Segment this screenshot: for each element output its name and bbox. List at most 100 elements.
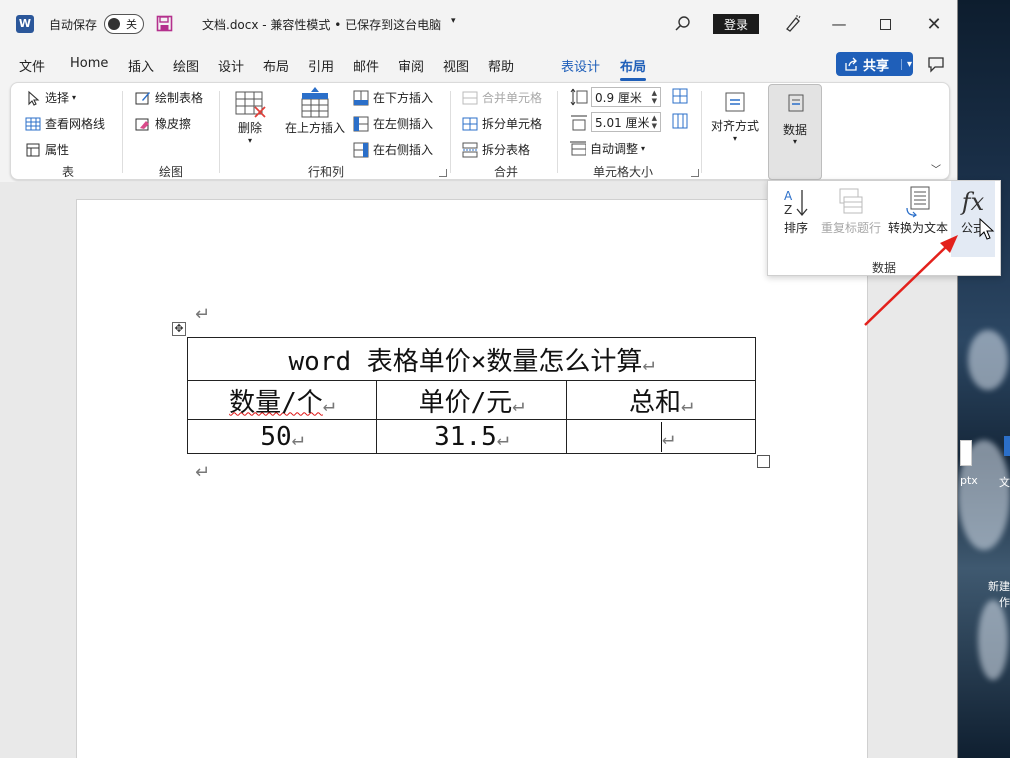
share-button[interactable]: 共享 ▾ [836,52,913,76]
tab-view[interactable]: 视图 [443,56,469,75]
autosave-state: 关 [126,18,137,31]
tab-home[interactable]: Home [70,56,108,71]
select-button[interactable]: 选择 ▾ [25,89,76,106]
view-gridlines-button[interactable]: 查看网格线 [25,115,105,132]
login-button[interactable]: 登录 [713,14,759,34]
tab-insert[interactable]: 插入 [128,56,154,75]
table-cell[interactable]: 50↵ [187,419,377,454]
header-price: 单价/元 [418,387,513,418]
autofit-label: 自动调整 [590,142,639,156]
search-icon[interactable] [674,15,691,32]
maximize-button[interactable] [862,0,908,48]
group-divider [219,91,220,173]
column-width-icon [571,115,587,131]
ribbon-tabs: 文件 Home 插入 绘图 设计 布局 引用 邮件 审阅 视图 帮助 表设计 布… [0,48,957,81]
column-width-input[interactable]: 5.01 厘米 ▲ ▼ [591,112,661,132]
designer-pen-icon[interactable] [784,14,802,32]
row-height-icon [570,88,588,106]
tab-design[interactable]: 设计 [218,56,244,75]
properties-icon [26,143,40,156]
mouse-cursor-icon [979,218,995,240]
collapse-ribbon-icon[interactable]: ﹀ [931,161,941,176]
distribute-columns-icon[interactable] [672,113,688,129]
delete-label: 删除 [237,121,262,135]
sort-button[interactable]: A Z 排序 [778,185,814,236]
insert-left-button[interactable]: 在左侧插入 [353,115,433,132]
insert-right-label: 在右侧插入 [373,143,434,157]
save-icon[interactable] [156,15,173,32]
data-button[interactable]: 数据 ▾ [768,84,822,180]
minimize-button[interactable]: — [816,0,862,48]
table-cell-active[interactable]: ↵ [566,419,756,454]
group-divider [450,91,451,173]
eraser-button[interactable]: 橡皮擦 [135,115,191,132]
title-bar: W 自动保存 关 文档.docx - 兼容性模式 • 已保存到这台电脑 ▾ 登录… [0,0,957,48]
desktop-file-icon[interactable] [960,440,972,466]
autosave-label: 自动保存 [49,18,98,32]
autosave-toggle[interactable]: 关 [104,14,144,34]
distribute-rows-icon[interactable] [672,88,688,104]
chevron-down-icon: ▾ [732,134,737,143]
close-button[interactable]: ✕ [911,0,957,48]
desktop-label: 作 [999,596,1010,609]
chevron-down-icon[interactable]: ▾ [901,58,912,70]
spinner-arrows-icon[interactable]: ▲ ▼ [652,89,657,105]
word-app-icon: W [16,15,34,33]
tab-references[interactable]: 引用 [308,56,334,75]
insert-left-icon [353,116,369,131]
table-resize-handle[interactable] [757,455,770,468]
table-move-handle-icon[interactable]: ✥ [172,322,186,336]
word-window: W 自动保存 关 文档.docx - 兼容性模式 • 已保存到这台电脑 ▾ 登录… [0,0,958,758]
desktop-file-icon[interactable] [1004,436,1010,456]
table-title: word 表格单价×数量怎么计算 [288,346,643,377]
repeat-header-icon [839,188,863,214]
dialog-launcher-icon[interactable] [439,169,447,177]
table-title-cell[interactable]: word 表格单价×数量怎么计算↵ [187,337,756,381]
tab-help[interactable]: 帮助 [488,56,514,75]
draw-table-button[interactable]: 绘制表格 [135,89,203,106]
desktop-background: ptx 文 新建 作 [958,0,1010,758]
tab-mailings[interactable]: 邮件 [353,56,379,75]
insert-below-label: 在下方插入 [373,91,434,105]
tab-draw[interactable]: 绘图 [173,56,199,75]
tab-review[interactable]: 审阅 [398,56,424,75]
table-cell[interactable]: 数量/个↵ [187,380,377,420]
dialog-launcher-icon[interactable] [691,169,699,177]
tab-file[interactable]: 文件 [19,56,45,75]
table-cell[interactable]: 总和↵ [566,380,756,420]
toggle-knob [108,18,120,30]
insert-above-button[interactable]: 在上方插入 [283,87,347,136]
autofit-button[interactable]: 自动调整 ▾ [570,140,645,157]
document-title[interactable]: 文档.docx - 兼容性模式 • 已保存到这台电脑 [202,16,441,33]
group-divider [557,91,558,173]
tab-table-design[interactable]: 表设计 [561,56,600,75]
autofit-icon [570,141,586,155]
spinner-arrows-icon[interactable]: ▲ ▼ [652,114,657,130]
split-table-icon [462,142,478,157]
word-table[interactable]: word 表格单价×数量怎么计算↵ 数量/个↵ 单价/元↵ 总和↵ 50↵ 31… [187,337,756,454]
chevron-down-icon: ▾ [247,136,252,145]
alignment-icon [725,92,745,112]
merge-cells-button[interactable]: 合并单元格 [462,89,542,106]
table-cell[interactable]: 31.5↵ [376,419,567,454]
tab-table-layout[interactable]: 布局 [620,56,647,81]
chevron-down-icon[interactable]: ▾ [451,16,456,26]
alignment-button[interactable]: 对齐方式 ▾ [707,89,763,143]
properties-label: 属性 [45,143,70,157]
properties-button[interactable]: 属性 [25,141,69,158]
split-table-button[interactable]: 拆分表格 [462,141,530,158]
paragraph-mark: ↵ [195,304,211,325]
insert-below-button[interactable]: 在下方插入 [353,89,433,106]
comments-icon[interactable] [926,54,946,74]
tab-layout[interactable]: 布局 [263,56,289,75]
delete-button[interactable]: 删除 ▾ [230,89,270,145]
split-cells-button[interactable]: 拆分单元格 [462,115,542,132]
share-icon [845,57,857,71]
header-quantity: 数量/个 [229,387,323,418]
group-divider [701,91,702,173]
row-height-input[interactable]: 0.9 厘米 ▲ ▼ [591,87,661,107]
eraser-icon [135,118,149,130]
table-cell[interactable]: 单价/元↵ [376,380,567,420]
insert-right-button[interactable]: 在右侧插入 [353,141,433,158]
insert-right-icon [353,142,369,157]
